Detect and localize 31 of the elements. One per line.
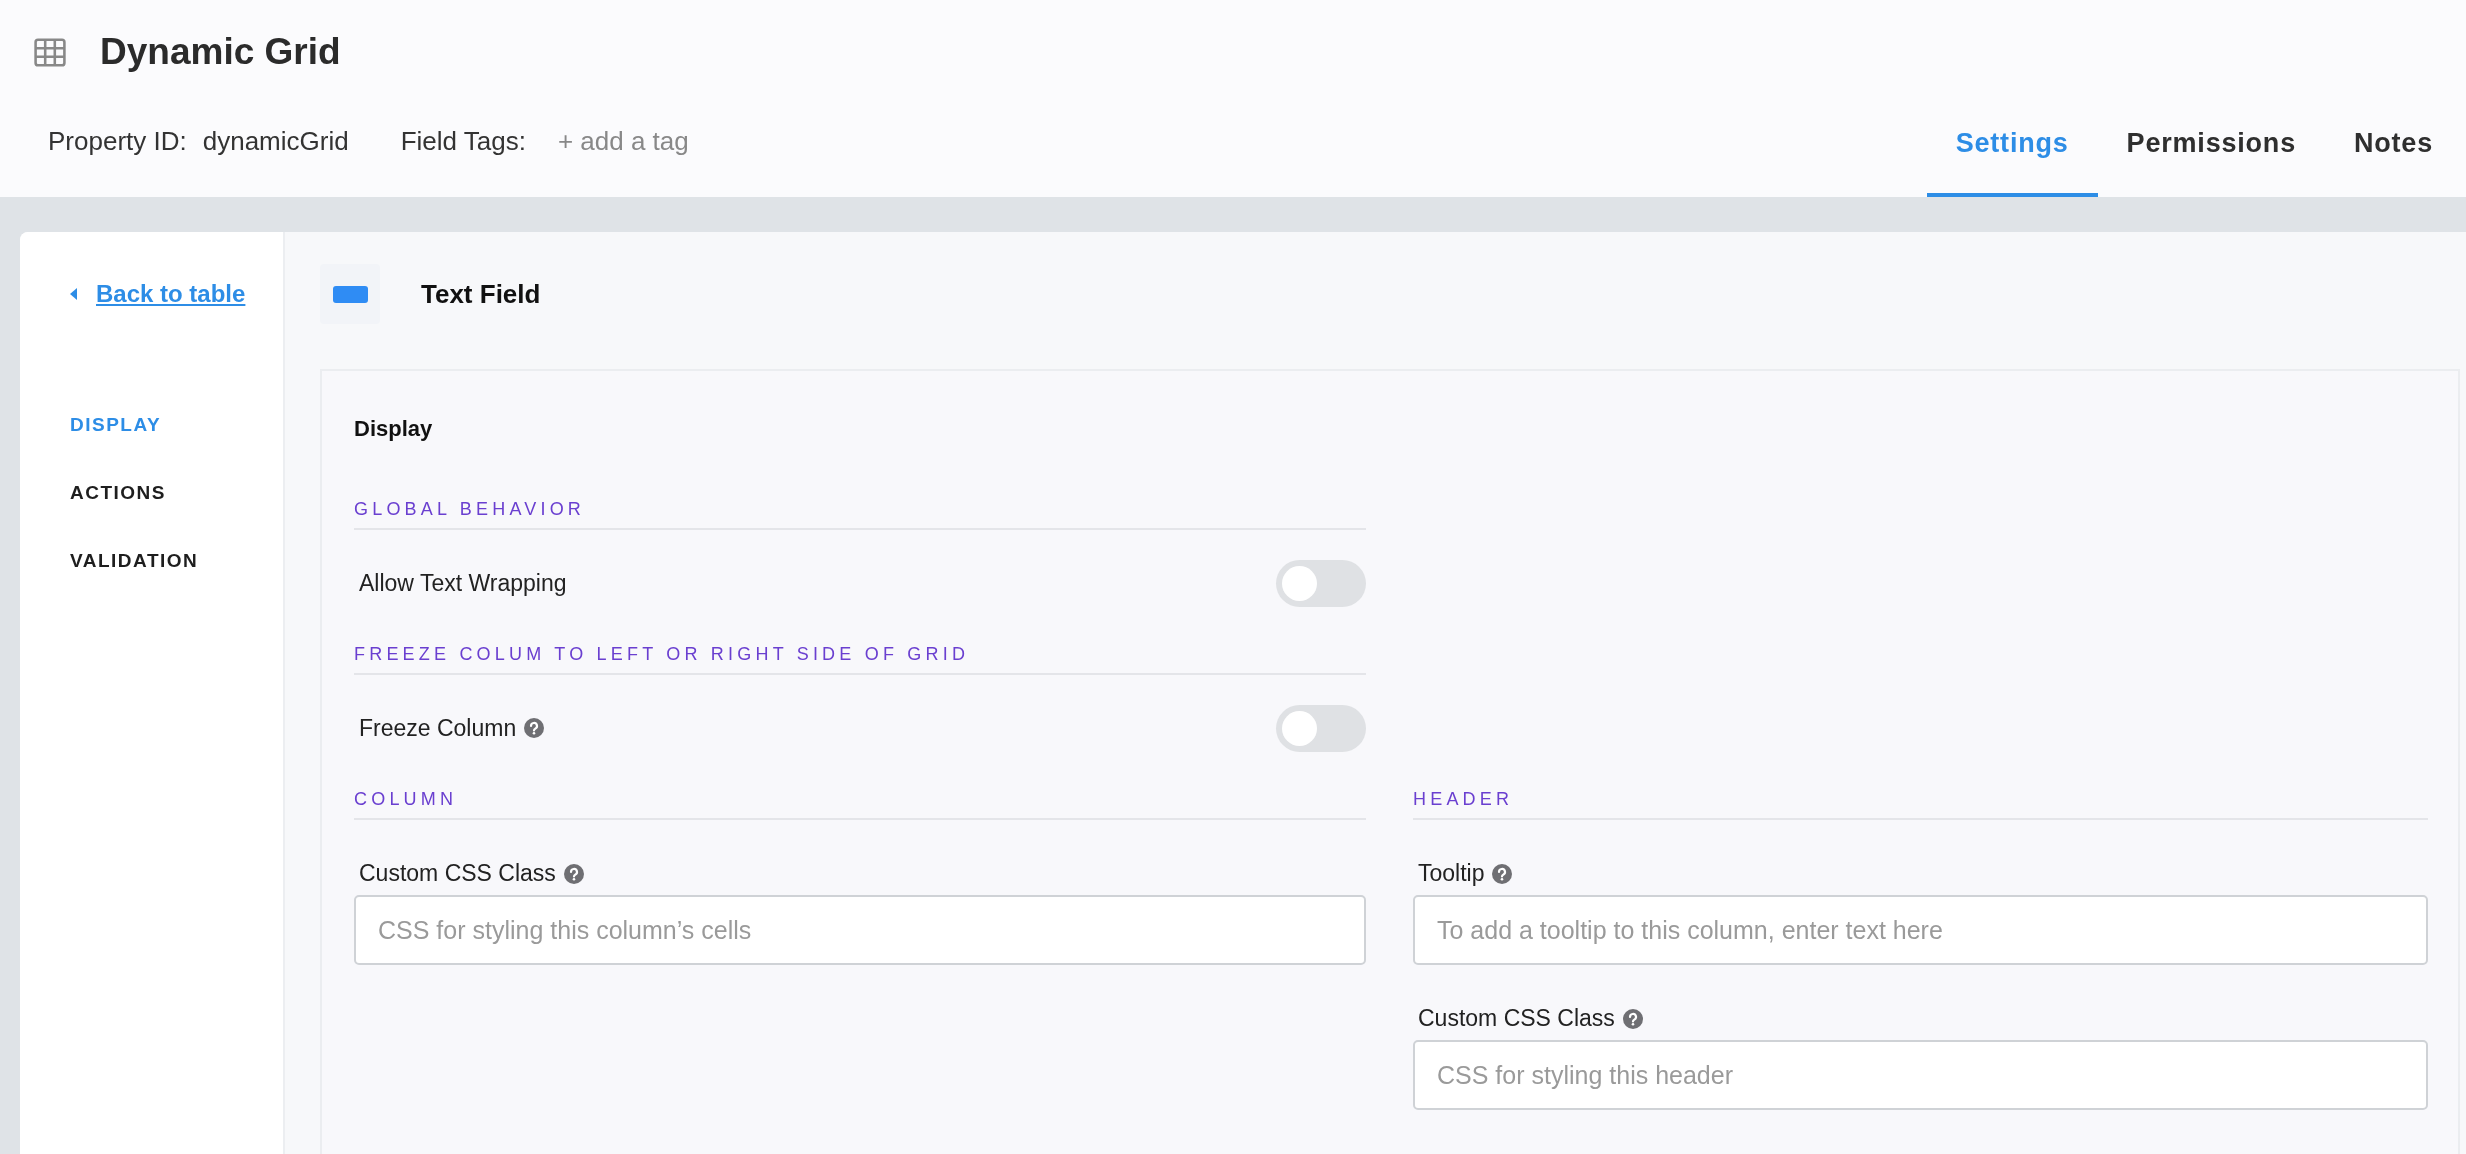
setting-label: Freeze Column — [359, 714, 517, 742]
toggle-switch[interactable] — [1276, 704, 1366, 752]
field-type-title: Text Field — [421, 278, 541, 310]
tab[interactable]: Notes — [2325, 128, 2462, 197]
section-heading: FREEZE COLUM TO LEFT OR RIGHT SIDE OF GRID — [354, 644, 1366, 675]
field-tags-label: Field Tags: — [400, 126, 526, 157]
panel-title: Display — [354, 416, 434, 442]
property-id-value: dynamicGrid — [202, 126, 349, 157]
text-input-field[interactable]: CSS for styling this column’s cells — [354, 895, 1366, 965]
page-title: Dynamic Grid — [100, 31, 341, 73]
help-icon[interactable] — [524, 718, 545, 738]
section-heading: GLOBAL BEHAVIOR — [354, 499, 1366, 530]
text-input-field[interactable]: To add a tooltip to this column, enter text here — [1413, 895, 2428, 965]
field-type-icon — [320, 264, 380, 324]
help-icon[interactable] — [1492, 863, 1513, 884]
tab[interactable]: Permissions — [2097, 128, 2325, 197]
sidebar-item[interactable]: ACTIONS — [70, 482, 166, 504]
toggle-switch[interactable] — [1276, 559, 1366, 607]
section-heading: HEADER — [1413, 789, 2428, 820]
help-icon[interactable] — [563, 863, 584, 884]
field-label: Custom CSS Class — [359, 860, 556, 887]
field-label: Custom CSS Class — [1418, 1005, 1615, 1032]
field-label: Tooltip — [1418, 860, 1485, 887]
setting-label: Allow Text Wrapping — [359, 569, 567, 597]
help-icon[interactable] — [1622, 1008, 1643, 1029]
grid-icon — [34, 37, 66, 67]
caret-left-icon — [70, 288, 78, 300]
section-heading: COLUMN — [354, 789, 1366, 820]
property-id-label: Property ID: — [48, 126, 187, 157]
sidebar-item[interactable]: VALIDATION — [70, 550, 199, 572]
text-input-field[interactable]: CSS for styling this header — [1413, 1040, 2428, 1110]
